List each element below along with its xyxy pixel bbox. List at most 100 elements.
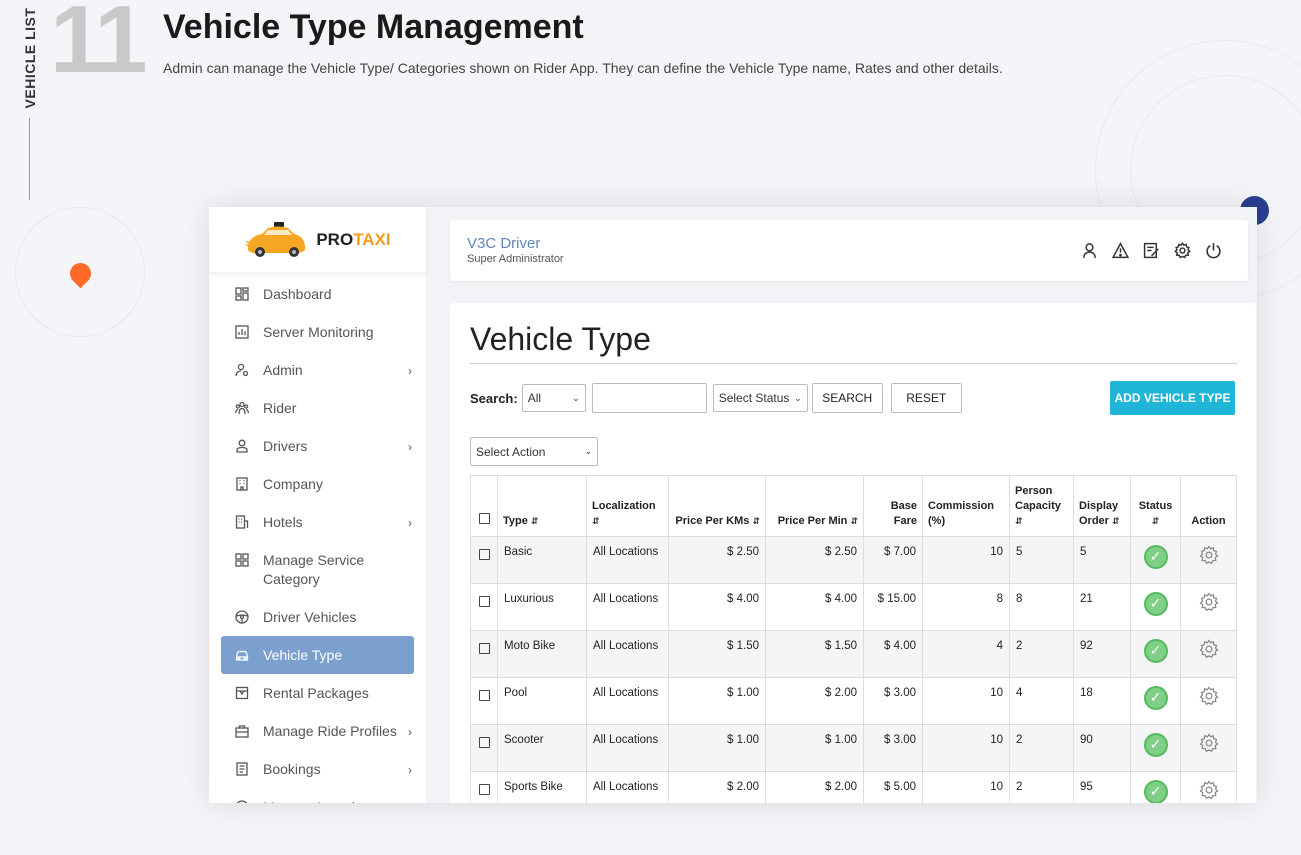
profile-icon[interactable] — [1081, 242, 1098, 259]
table-row: Moto Bike All Locations $ 1.50 $ 1.50 $ 4.00… — [470, 630, 1237, 678]
row-settings-gear-icon[interactable] — [1199, 780, 1219, 800]
status-active-icon[interactable]: ✓ — [1143, 686, 1168, 710]
sidebar-item-manage-locations[interactable]: Manage Locations › — [209, 788, 426, 803]
chevron-down-icon: ⌄ — [572, 392, 580, 403]
cell-display-order: 90 — [1073, 724, 1131, 772]
logo-text: PROTAXI — [316, 229, 391, 249]
cell-localization: All Locations — [586, 536, 669, 584]
page-title: Vehicle Type — [470, 321, 651, 357]
col-type[interactable]: Type ⇵ — [497, 475, 587, 537]
status-select[interactable]: Select Status ⌄ — [712, 384, 808, 412]
cell-localization: All Locations — [586, 630, 669, 678]
cell-price-per-km: $ 2.50 — [668, 536, 766, 584]
sort-icon: ⇵ — [1015, 516, 1023, 526]
col-base-fare[interactable]: Base Fare — [863, 475, 923, 537]
row-select-cell — [470, 771, 498, 803]
cell-action — [1180, 536, 1237, 584]
bulk-action-select[interactable]: Select Action ⌄ — [470, 437, 598, 466]
cell-display-order: 21 — [1073, 583, 1131, 631]
slide-subtitle: Admin can manage the Vehicle Type/ Categ… — [163, 60, 1003, 76]
cell-commission: 10 — [922, 724, 1010, 772]
user-gear-icon — [235, 363, 249, 377]
table-row: Pool All Locations $ 1.00 $ 2.00 $ 3.00 10 4 18… — [470, 677, 1237, 725]
top-bar: V3C Driver Super Administrator — [450, 220, 1248, 281]
table-row: Basic All Locations $ 2.50 $ 2.50 $ 7.00 10 5 5… — [470, 536, 1237, 584]
sidebar-item-dashboard[interactable]: Dashboard — [209, 275, 426, 313]
sidebar-item-vehicle-type[interactable]: Vehicle Type — [221, 636, 414, 674]
col-display-order[interactable]: Display Order ⇵ — [1073, 475, 1131, 537]
row-checkbox[interactable] — [478, 643, 490, 654]
row-checkbox[interactable] — [478, 596, 490, 607]
cell-base-fare: $ 7.00 — [863, 536, 923, 584]
sidebar-item-manage-ride-profiles[interactable]: Manage Ride Profiles › — [209, 712, 426, 750]
status-active-icon[interactable]: ✓ — [1143, 639, 1168, 663]
sidebar-item-rider[interactable]: Rider — [209, 389, 426, 427]
select-all-checkbox[interactable] — [478, 513, 490, 524]
sidebar-item-manage-service-category[interactable]: Manage Service Category — [209, 541, 426, 598]
sidebar-item-rental-packages[interactable]: Rental Packages — [209, 674, 426, 712]
sidebar-item-driver-vehicles[interactable]: Driver Vehicles — [209, 598, 426, 636]
settings-gear-icon[interactable] — [1174, 242, 1191, 259]
cell-price-per-km: $ 1.50 — [668, 630, 766, 678]
status-active-icon[interactable]: ✓ — [1143, 545, 1168, 569]
edit-note-icon[interactable] — [1143, 242, 1160, 259]
row-settings-gear-icon[interactable] — [1199, 545, 1219, 565]
sidebar-item-drivers[interactable]: Drivers › — [209, 427, 426, 465]
sidebar-item-company[interactable]: Company — [209, 465, 426, 503]
content-panel: Vehicle Type Search: All ⌄ Select Status ⌄… — [450, 303, 1256, 803]
col-localization[interactable]: Localization ⇵ — [586, 475, 669, 537]
col-status[interactable]: Status ⇵ — [1130, 475, 1181, 537]
row-checkbox[interactable] — [478, 690, 490, 701]
status-active-icon[interactable]: ✓ — [1143, 780, 1168, 803]
add-vehicle-type-button[interactable]: ADD VEHICLE TYPE — [1110, 381, 1235, 415]
user-name[interactable]: V3C Driver — [467, 235, 540, 252]
sidebar-item-label: Server Monitoring — [263, 324, 374, 340]
sort-icon: ⇵ — [1112, 516, 1120, 526]
search-button[interactable]: SEARCH — [811, 383, 883, 413]
cell-commission: 8 — [922, 583, 1010, 631]
row-settings-gear-icon[interactable] — [1199, 639, 1219, 659]
driver-icon — [236, 439, 248, 453]
chevron-right-icon: › — [408, 440, 412, 454]
col-person-capacity[interactable]: Person Capacity ⇵ — [1009, 475, 1074, 537]
cell-status: ✓ — [1130, 677, 1181, 725]
sort-icon: ⇵ — [752, 516, 760, 526]
row-checkbox[interactable] — [478, 784, 490, 795]
chevron-right-icon: › — [408, 763, 412, 777]
cell-price-per-min: $ 2.00 — [765, 677, 864, 725]
status-active-icon[interactable]: ✓ — [1143, 592, 1168, 616]
group-icon — [235, 401, 249, 415]
row-settings-gear-icon[interactable] — [1199, 592, 1219, 612]
sidebar-item-server-monitoring[interactable]: Server Monitoring — [209, 313, 426, 351]
search-field-select[interactable]: All ⌄ — [521, 384, 586, 412]
power-icon[interactable] — [1205, 242, 1222, 259]
sidebar-item-label: Drivers — [263, 438, 308, 454]
table-body: Basic All Locations $ 2.50 $ 2.50 $ 7.00 10 5 5… — [470, 536, 1237, 803]
alert-icon[interactable] — [1112, 242, 1129, 259]
sidebar-item-hotels[interactable]: Hotels › — [209, 503, 426, 541]
row-settings-gear-icon[interactable] — [1199, 686, 1219, 706]
col-price-per-min[interactable]: Price Per Min ⇵ — [765, 475, 864, 537]
row-select-cell — [470, 677, 498, 725]
sidebar-item-bookings[interactable]: Bookings › — [209, 750, 426, 788]
logo[interactable]: PROTAXI — [209, 207, 426, 273]
cell-commission: 10 — [922, 536, 1010, 584]
cell-person-capacity: 4 — [1009, 677, 1074, 725]
cell-price-per-min: $ 2.50 — [765, 536, 864, 584]
reset-button[interactable]: RESET — [890, 383, 962, 413]
search-label: Search: — [470, 390, 518, 406]
row-checkbox[interactable] — [478, 549, 490, 560]
cell-display-order: 95 — [1073, 771, 1131, 803]
package-icon — [235, 686, 249, 700]
table-row: Sports Bike All Locations $ 2.00 $ 2.00 $ 5.… — [470, 771, 1237, 803]
cell-type: Sports Bike — [497, 771, 587, 803]
sidebar-item-admin[interactable]: Admin › — [209, 351, 426, 389]
row-checkbox[interactable] — [478, 737, 490, 748]
row-select-cell — [470, 724, 498, 772]
select-all-cell — [470, 475, 498, 537]
search-input[interactable] — [591, 383, 707, 413]
cell-localization: All Locations — [586, 724, 669, 772]
col-price-per-km[interactable]: Price Per KMs ⇵ — [668, 475, 766, 537]
status-active-icon[interactable]: ✓ — [1143, 733, 1168, 757]
row-settings-gear-icon[interactable] — [1199, 733, 1219, 753]
